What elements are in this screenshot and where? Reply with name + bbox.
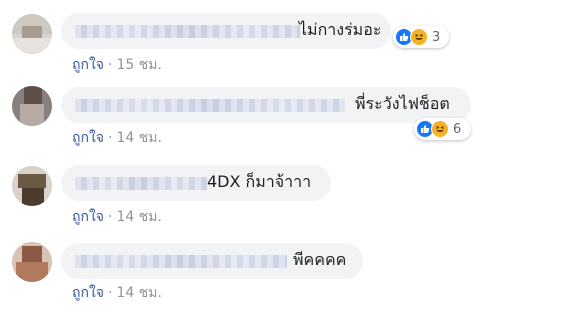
author-name-redacted[interactable] [75,177,207,190]
comment-text: พี่ระวังไฟช็อต [355,94,450,113]
avatar[interactable] [12,86,52,126]
avatar[interactable] [12,14,52,54]
comment-bubble: พีคคคค [61,243,363,279]
separator: · [108,285,113,301]
like-link[interactable]: ถูกใจ [72,57,104,73]
separator: · [108,57,113,73]
reaction-summary[interactable]: 6 [414,118,471,140]
comment-text: 4DX ก็มาจ้าาา [207,172,312,191]
timestamp[interactable]: 14 ชม. [116,209,161,225]
comment-actions: ถูกใจ · 15 ชม. [72,54,162,76]
author-name-redacted[interactable] [75,255,287,268]
timestamp[interactable]: 14 ชม. [116,285,161,301]
comment-actions: ถูกใจ · 14 ชม. [72,206,162,228]
author-name-redacted[interactable] [75,99,345,112]
like-link[interactable]: ถูกใจ [72,209,104,225]
comment-text: ไม่กางร่มอะ [299,20,382,39]
timestamp[interactable]: 15 ชม. [116,57,161,73]
author-name-redacted[interactable] [75,25,300,38]
haha-icon [431,120,449,138]
haha-icon [410,28,428,46]
timestamp[interactable]: 14 ชม. [116,130,161,146]
comment-bubble: 4DX ก็มาจ้าาา [61,165,331,201]
comment-text: พีคคคค [293,250,347,269]
comment-bubble: ไม่กางร่มอะ [61,13,391,49]
separator: · [108,130,113,146]
like-link[interactable]: ถูกใจ [72,130,104,146]
avatar[interactable] [12,166,52,206]
comment-actions: ถูกใจ · 14 ชม. [72,127,162,149]
like-link[interactable]: ถูกใจ [72,285,104,301]
comment-actions: ถูกใจ · 14 ชม. [72,282,162,304]
reaction-summary[interactable]: 3 [393,26,449,48]
comment-bubble: พี่ระวังไฟช็อต [61,87,471,123]
avatar[interactable] [12,242,52,282]
separator: · [108,209,113,225]
reaction-count: 3 [432,29,441,45]
reaction-count: 6 [453,121,462,137]
